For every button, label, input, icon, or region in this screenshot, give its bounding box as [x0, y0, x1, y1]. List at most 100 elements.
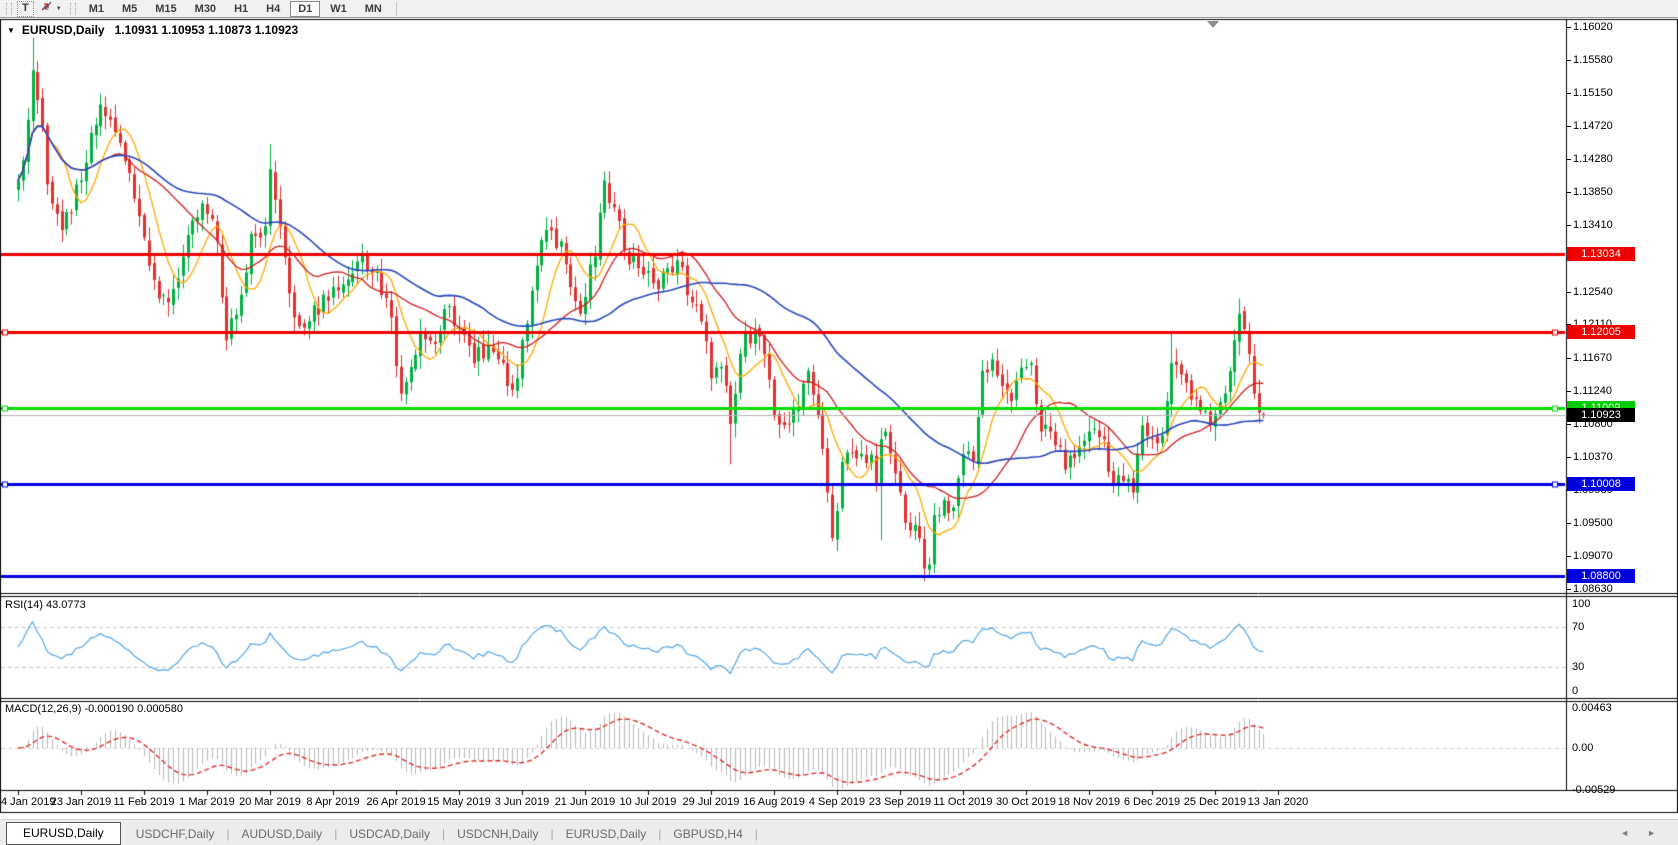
toolbar-grip-icon — [6, 3, 12, 15]
date-axis-label: 30 Oct 2019 — [996, 796, 1056, 808]
price-axis-tick: 1.16020 — [1573, 21, 1613, 33]
toolbar-separator — [396, 2, 397, 16]
panel-splitter[interactable] — [0, 698, 1678, 703]
macd-level-label: 0.00463 — [1572, 702, 1612, 714]
date-axis-label: 6 Dec 2019 — [1124, 796, 1180, 808]
date-axis-label: 29 Jul 2019 — [683, 796, 740, 808]
timeframe-button-w1[interactable]: W1 — [322, 1, 355, 17]
date-axis-label: 26 Apr 2019 — [366, 796, 425, 808]
symbol-dropdown-icon[interactable]: ▼ — [7, 26, 15, 35]
timeframe-button-m1[interactable]: M1 — [81, 1, 112, 17]
chart-title: ▼ EURUSD,Daily 1.10931 1.10953 1.10873 1… — [7, 23, 298, 37]
price-axis-tickmark-icon — [1566, 225, 1571, 226]
hline-price-badge[interactable]: 1.10008 — [1567, 477, 1635, 491]
price-axis-tickmark-icon — [1566, 192, 1571, 193]
rsi-level-label: 30 — [1572, 661, 1584, 673]
timeframe-button-h1[interactable]: H1 — [226, 1, 256, 17]
price-axis-tickmark-icon — [1566, 424, 1571, 425]
date-axis-label: 8 Apr 2019 — [306, 796, 359, 808]
price-axis-tick: 1.10370 — [1573, 451, 1613, 463]
scroll-right-icon[interactable]: ► — [1647, 828, 1656, 838]
text-tool-button[interactable]: T — [17, 1, 34, 17]
chevron-down-icon[interactable]: ▼ — [56, 6, 62, 12]
price-axis-tickmark-icon — [1566, 60, 1571, 61]
date-axis-label: 11 Oct 2019 — [933, 796, 992, 808]
hline-price-badge[interactable]: 1.12005 — [1567, 325, 1635, 339]
price-axis-tick: 1.13850 — [1573, 186, 1613, 198]
timeframe-button-m30[interactable]: M30 — [187, 1, 224, 17]
timeframe-group: M1M5M15M30H1H4D1W1MN — [80, 1, 391, 17]
date-axis-label: 23 Jan 2019 — [51, 796, 112, 808]
hline-price-badge[interactable]: 1.13034 — [1567, 247, 1635, 261]
price-axis-tick: 1.12540 — [1573, 286, 1613, 298]
price-axis-tickmark-icon — [1566, 589, 1571, 590]
date-axis-label: 16 Aug 2019 — [743, 796, 805, 808]
price-axis-tick: 1.09500 — [1573, 517, 1613, 529]
price-axis-tickmark-icon — [1566, 556, 1571, 557]
timeframe-button-h4[interactable]: H4 — [258, 1, 288, 17]
arrows-tool-button[interactable]: ▼ — [36, 2, 65, 16]
price-axis-tick: 1.09070 — [1573, 550, 1613, 562]
chart-tab-audusd-daily[interactable]: AUDUSD,Daily — [231, 824, 334, 845]
price-axis-tick: 1.14280 — [1573, 153, 1613, 165]
macd-level-label: -0.00529 — [1572, 784, 1615, 796]
quote-ohlc: 1.10931 1.10953 1.10873 1.10923 — [115, 23, 299, 37]
rsi-level-label: 0 — [1572, 685, 1578, 697]
price-axis-tick: 1.11670 — [1573, 352, 1612, 364]
price-axis-tickmark-icon — [1566, 457, 1571, 458]
price-axis-tickmark-icon — [1566, 391, 1571, 392]
price-axis-tick: 1.15150 — [1573, 87, 1613, 99]
tab-separator: | — [754, 827, 759, 845]
date-axis-label: 11 Feb 2019 — [114, 796, 175, 808]
chart-tab-eurusd-daily[interactable]: EURUSD,Daily — [6, 822, 121, 845]
chart-tab-usdchf-daily[interactable]: USDCHF,Daily — [125, 824, 226, 845]
chart-tab-gbpusd-h4[interactable]: GBPUSD,H4 — [662, 824, 753, 845]
arrows-tool-icon — [39, 0, 54, 18]
top-toolbar: T ▼ M1M5M15M30H1H4D1W1MN — [0, 0, 1678, 18]
scroll-left-icon[interactable]: ◄ — [1620, 828, 1629, 838]
date-axis-label: 4 Sep 2019 — [809, 796, 865, 808]
chart-tab-bar: EURUSD,DailyUSDCHF,Daily|AUDUSD,Daily|US… — [0, 819, 1678, 845]
chart-canvas[interactable] — [0, 0, 1678, 845]
date-axis-label: 4 Jan 2019 — [1, 796, 55, 808]
rsi-level-label: 100 — [1572, 598, 1590, 610]
symbol-name: EURUSD,Daily — [22, 23, 105, 37]
rsi-level-label: 70 — [1572, 621, 1584, 633]
price-axis-tickmark-icon — [1566, 27, 1571, 28]
date-axis-label: 3 Jun 2019 — [495, 796, 549, 808]
date-axis-label: 25 Dec 2019 — [1184, 796, 1246, 808]
date-axis-label: 20 Mar 2019 — [239, 796, 301, 808]
date-axis-label: 15 May 2019 — [427, 796, 491, 808]
price-axis-tickmark-icon — [1566, 126, 1571, 127]
price-axis-tickmark-icon — [1566, 292, 1571, 293]
chart-tab-usdcnh-daily[interactable]: USDCNH,Daily — [446, 824, 549, 845]
date-axis-label: 23 Sep 2019 — [869, 796, 931, 808]
price-axis-tickmark-icon — [1566, 159, 1571, 160]
date-axis-label: 1 Mar 2019 — [179, 796, 235, 808]
price-axis-tick: 1.14720 — [1573, 120, 1613, 132]
timeframe-button-d1[interactable]: D1 — [290, 1, 320, 17]
date-axis-label: 13 Jan 2020 — [1248, 796, 1309, 808]
timeframe-button-m15[interactable]: M15 — [147, 1, 184, 17]
panel-splitter[interactable] — [0, 593, 1678, 598]
date-axis-label: 10 Jul 2019 — [620, 796, 677, 808]
tab-scroll-arrows: ◄ ► — [1620, 828, 1672, 845]
chart-tab-eurusd-daily[interactable]: EURUSD,Daily — [555, 824, 658, 845]
timeframe-button-mn[interactable]: MN — [357, 1, 390, 17]
hline-price-badge[interactable]: 1.08800 — [1567, 569, 1635, 583]
price-axis-tickmark-icon — [1566, 358, 1571, 359]
date-axis-label: 18 Nov 2019 — [1058, 796, 1120, 808]
price-axis-tick: 1.13410 — [1573, 219, 1613, 231]
chart-tab-usdcad-daily[interactable]: USDCAD,Daily — [338, 824, 441, 845]
chart-shift-marker-icon[interactable] — [1207, 21, 1219, 28]
rsi-label: RSI(14) 43.0773 — [5, 599, 86, 611]
date-axis-label: 21 Jun 2019 — [555, 796, 616, 808]
price-axis-tick: 1.15580 — [1573, 54, 1613, 66]
macd-label: MACD(12,26,9) -0.000190 0.000580 — [5, 703, 183, 715]
price-axis-tickmark-icon — [1566, 93, 1571, 94]
price-axis-tickmark-icon — [1566, 523, 1571, 524]
macd-level-label: 0.00 — [1572, 742, 1593, 754]
timeframe-button-m5[interactable]: M5 — [114, 1, 145, 17]
toolbar-grip-icon — [70, 3, 76, 15]
current-price-badge: 1.10923 — [1567, 408, 1635, 422]
